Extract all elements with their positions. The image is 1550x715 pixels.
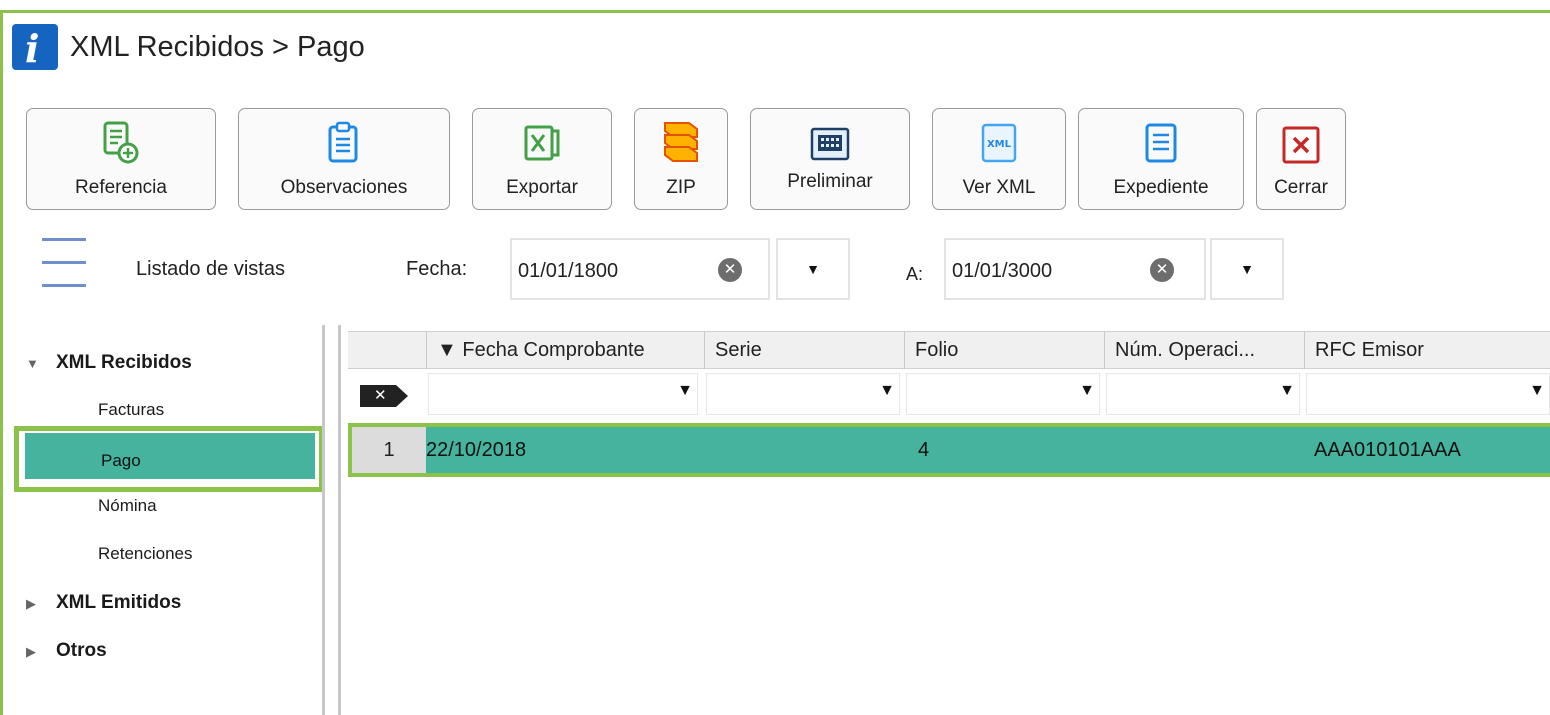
- title-bar: i XML Recibidos > Pago: [12, 22, 365, 72]
- app-logo-icon: i: [12, 24, 58, 71]
- document-add-icon: [101, 113, 141, 165]
- observaciones-button[interactable]: Observaciones: [238, 108, 450, 210]
- chevron-down-icon: ▼: [1279, 382, 1295, 399]
- tree-group-xml-recibidos[interactable]: ▼ XML Recibidos: [26, 352, 192, 374]
- chevron-down-icon: ▼: [879, 382, 895, 399]
- sidebar-item-retenciones[interactable]: Retenciones: [98, 544, 193, 564]
- expediente-button[interactable]: Expediente: [1078, 108, 1244, 210]
- clear-icon[interactable]: ✕: [718, 258, 742, 282]
- tree-group-xml-emitidos[interactable]: ▶ XML Emitidos: [26, 592, 181, 614]
- cell-folio: 4: [918, 439, 930, 461]
- close-icon: [1281, 113, 1321, 165]
- filter-rfc-emisor-input[interactable]: ▼: [1306, 373, 1550, 415]
- filter-serie-input[interactable]: ▼: [706, 373, 900, 415]
- sidebar-item-nomina[interactable]: Nómina: [98, 496, 157, 516]
- fecha-to-input[interactable]: 01/01/3000 ✕: [944, 238, 1206, 300]
- filter-bar: Listado de vistas Fecha: 01/01/1800 ✕ ▼ …: [0, 234, 1550, 304]
- chevron-down-icon: ▼: [1529, 382, 1545, 399]
- hamburger-menu-icon[interactable]: [42, 238, 92, 307]
- sidebar-item-facturas[interactable]: Facturas: [98, 400, 164, 420]
- xml-file-icon: XML: [979, 113, 1019, 165]
- svg-text:XML: XML: [987, 139, 1012, 150]
- sidebar-item-pago[interactable]: Pago: [14, 426, 324, 492]
- splitter[interactable]: [322, 325, 325, 715]
- window-frame-top: [0, 10, 1550, 13]
- filter-num-operacion-input[interactable]: ▼: [1106, 373, 1300, 415]
- fecha-to-dropdown-button[interactable]: ▼: [1210, 238, 1284, 300]
- expediente-label: Expediente: [1113, 177, 1209, 198]
- fecha-from-value: 01/01/1800: [518, 260, 619, 282]
- column-header-fecha-comprobante[interactable]: ▼ Fecha Comprobante: [426, 331, 704, 369]
- column-header-rfc-emisor[interactable]: RFC Emisor: [1304, 331, 1550, 369]
- cell-fecha: 22/10/2018: [426, 439, 527, 461]
- clear-filters-button[interactable]: ✕: [360, 385, 408, 407]
- exportar-label: Exportar: [506, 177, 578, 198]
- filter-folio-input[interactable]: ▼: [906, 373, 1100, 415]
- preview-icon: [808, 113, 852, 165]
- preliminar-label: Preliminar: [787, 171, 873, 192]
- page-title: XML Recibidos > Pago: [70, 30, 365, 63]
- cerrar-button[interactable]: Cerrar: [1256, 108, 1346, 210]
- collapsed-triangle-icon: ▶: [26, 644, 36, 659]
- excel-icon: [522, 113, 562, 165]
- referencia-label: Referencia: [75, 177, 167, 198]
- cerrar-label: Cerrar: [1274, 177, 1328, 198]
- table-row[interactable]: 1 22/10/2018 4 AAA010101AAA: [348, 423, 1550, 477]
- expanded-triangle-icon: ▼: [26, 356, 39, 371]
- file-list-icon: [1143, 113, 1179, 165]
- chevron-down-icon: ▼: [677, 382, 693, 399]
- fecha-from-input[interactable]: 01/01/1800 ✕: [510, 238, 770, 300]
- collapsed-triangle-icon: ▶: [26, 596, 36, 611]
- chevron-down-icon: ▼: [1240, 261, 1254, 277]
- ver-xml-button[interactable]: XML Ver XML: [932, 108, 1066, 210]
- zip-stack-icon: [659, 113, 703, 165]
- cell-rfc-emisor: AAA010101AAA: [1314, 439, 1461, 461]
- zip-label: ZIP: [666, 177, 696, 198]
- views-list-label[interactable]: Listado de vistas: [136, 258, 285, 281]
- row-number: 1: [352, 427, 426, 473]
- fecha-from-dropdown-button[interactable]: ▼: [776, 238, 850, 300]
- data-grid: ▼ Fecha Comprobante Serie Folio Núm. Ope…: [348, 325, 1550, 715]
- column-header-num-operacion[interactable]: Núm. Operaci...: [1104, 331, 1304, 369]
- a-label: A:: [906, 264, 924, 284]
- tree-group-otros[interactable]: ▶ Otros: [26, 640, 107, 662]
- column-header-folio[interactable]: Folio: [904, 331, 1104, 369]
- column-header-serie[interactable]: Serie: [704, 331, 904, 369]
- fecha-label: Fecha:: [406, 258, 468, 280]
- observaciones-label: Observaciones: [280, 177, 408, 198]
- sidebar-item-label: Pago: [101, 451, 141, 470]
- clipboard-icon: [326, 113, 362, 165]
- filter-fecha-input[interactable]: ▼: [428, 373, 698, 415]
- ver-xml-label: Ver XML: [962, 177, 1036, 198]
- chevron-down-icon: ▼: [1079, 382, 1095, 399]
- preliminar-button[interactable]: Preliminar: [750, 108, 910, 210]
- chevron-down-icon: ▼: [806, 261, 820, 277]
- splitter-inner: [338, 325, 341, 715]
- referencia-button[interactable]: Referencia: [26, 108, 216, 210]
- clear-icon[interactable]: ✕: [1150, 258, 1174, 282]
- zip-button[interactable]: ZIP: [634, 108, 728, 210]
- exportar-button[interactable]: Exportar: [472, 108, 612, 210]
- fecha-to-value: 01/01/3000: [952, 260, 1053, 282]
